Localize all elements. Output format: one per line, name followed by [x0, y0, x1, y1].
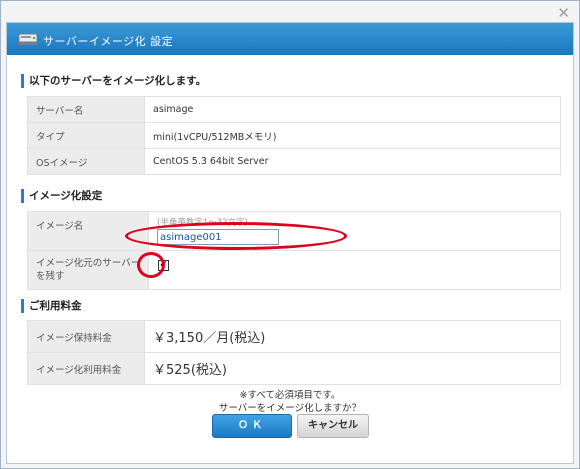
image-name-input[interactable] — [157, 229, 279, 245]
table-row: タイプ mini(1vCPU/512MBメモリ) — [27, 122, 561, 149]
retention-fee-value: ￥3,150／月(税込) — [144, 320, 561, 353]
table-row: イメージ化元のサーバーを残す ✔ — [27, 250, 561, 290]
ok-button[interactable]: ＯＫ — [212, 414, 292, 438]
fees-table: イメージ保持料金 ￥3,150／月(税込) イメージ化利用料金 ￥525(税込) — [27, 320, 561, 385]
keep-server-cell: ✔ — [148, 250, 561, 290]
dialog-title: サーバーイメージ化 設定 — [43, 35, 174, 48]
cancel-button[interactable]: キャンセル — [297, 414, 369, 438]
imaging-fee-label: イメージ化利用料金 — [27, 352, 145, 385]
confirm-question: サーバーをイメージ化しますか？ — [218, 403, 362, 414]
server-icon — [18, 33, 38, 45]
table-row: イメージ名 (半角英数字1～32文字) — [27, 211, 561, 251]
image-settings-table: イメージ名 (半角英数字1～32文字) イメージ化元のサーバーを残す ✔ — [27, 211, 561, 290]
os-image-value: CentOS 5.3 64bit Server — [144, 148, 561, 175]
section-heading-target: 以下のサーバーをイメージ化します。 — [21, 74, 206, 88]
type-value: mini(1vCPU/512MBメモリ) — [144, 122, 561, 149]
server-info-table: サーバー名 asimage タイプ mini(1vCPU/512MBメモリ) O… — [27, 96, 561, 175]
close-icon[interactable]: ✕ — [557, 6, 570, 21]
server-name-value: asimage — [144, 96, 561, 123]
table-row: サーバー名 asimage — [27, 96, 561, 123]
section-heading-fees: ご利用料金 — [21, 299, 82, 313]
keep-server-checkbox[interactable]: ✔ — [158, 260, 169, 271]
server-name-label: サーバー名 — [27, 96, 145, 123]
dialog-title-bar: サーバーイメージ化 設定 — [7, 23, 573, 55]
retention-fee-label: イメージ保持料金 — [27, 320, 145, 353]
image-name-hint: (半角英数字1～32文字) — [157, 218, 248, 228]
os-image-label: OSイメージ — [27, 148, 145, 175]
table-row: イメージ化利用料金 ￥525(税込) — [27, 352, 561, 385]
required-note: ※すべて必須項目です。 — [239, 390, 341, 401]
section-heading-settings: イメージ化設定 — [21, 189, 102, 203]
keep-server-label: イメージ化元のサーバーを残す — [27, 250, 149, 290]
table-row: イメージ保持料金 ￥3,150／月(税込) — [27, 320, 561, 353]
image-name-label: イメージ名 — [27, 211, 149, 251]
imaging-fee-value: ￥525(税込) — [144, 352, 561, 385]
image-name-cell: (半角英数字1～32文字) — [148, 211, 561, 251]
table-row: OSイメージ CentOS 5.3 64bit Server — [27, 148, 561, 175]
type-label: タイプ — [27, 122, 145, 149]
image-settings-dialog: サーバーイメージ化 設定 以下のサーバーをイメージ化します。 サーバー名 asi… — [6, 22, 574, 464]
